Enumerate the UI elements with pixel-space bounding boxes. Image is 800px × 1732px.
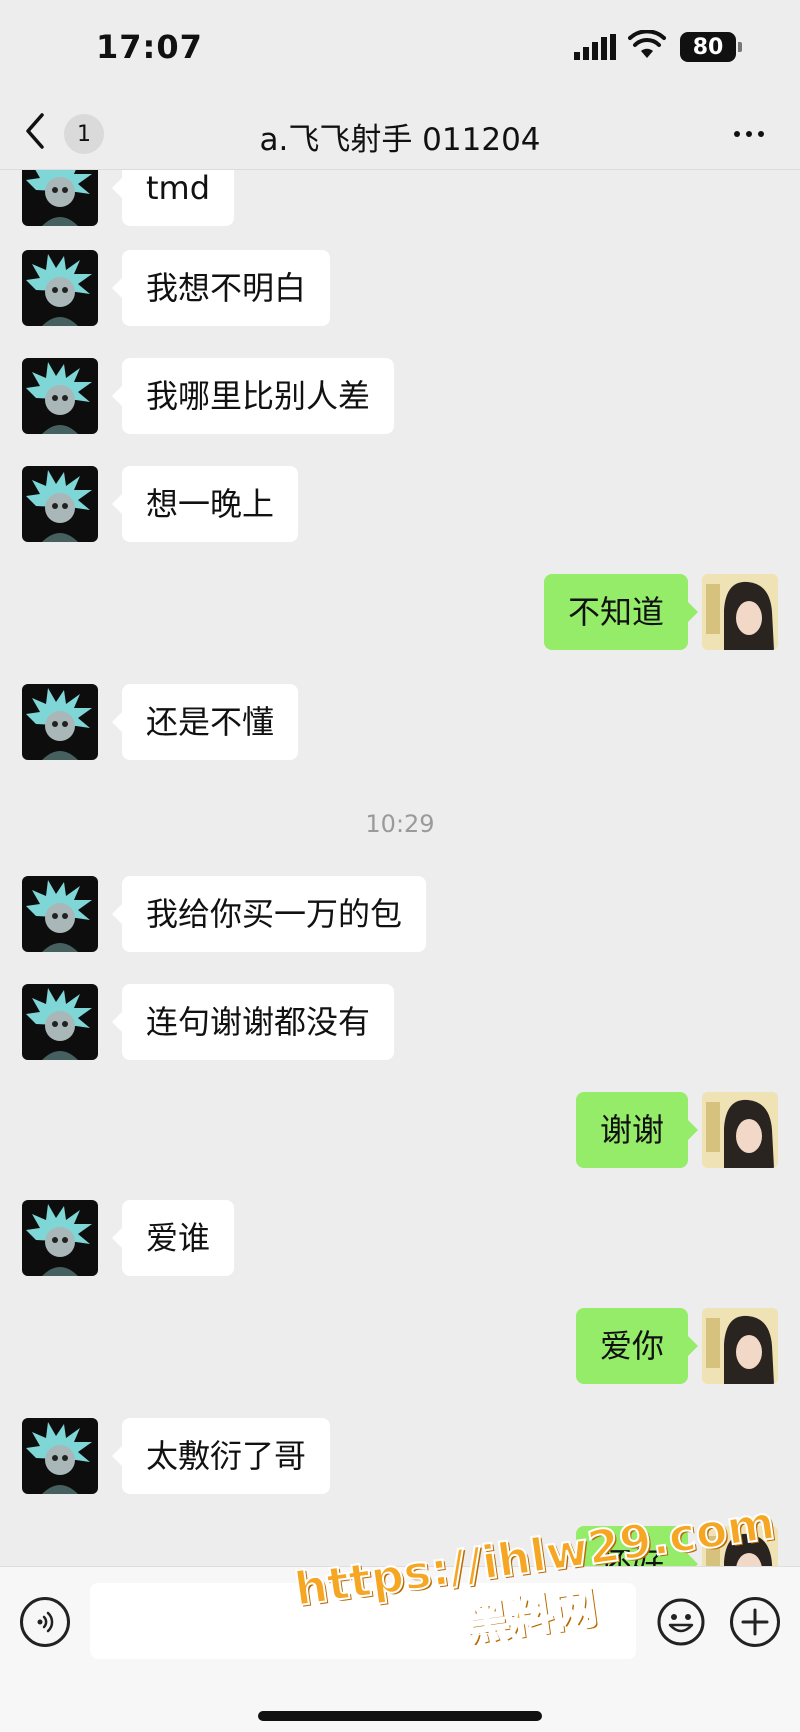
wifi-icon — [628, 29, 666, 64]
more-icon[interactable] — [724, 114, 774, 154]
contact-avatar[interactable] — [22, 684, 98, 760]
message-sent: 爱你 — [0, 1308, 800, 1384]
message-bubble[interactable]: 太敷衍了哥 — [111, 1418, 331, 1494]
message-received: 太敷衍了哥 — [0, 1418, 800, 1494]
home-indicator — [258, 1711, 542, 1721]
message-bubble[interactable]: 连句谢谢都没有 — [111, 984, 395, 1060]
message-received: 连句谢谢都没有 — [0, 984, 800, 1060]
user-avatar[interactable] — [702, 574, 778, 650]
message-sent: 谢谢 — [0, 1092, 800, 1168]
message-received: tmd — [0, 170, 800, 226]
user-avatar[interactable] — [702, 1308, 778, 1384]
message-bubble[interactable]: 还是不懂 — [111, 684, 299, 760]
contact-avatar[interactable] — [22, 1418, 98, 1494]
contact-avatar[interactable] — [22, 358, 98, 434]
time-divider: 10:29 — [365, 810, 435, 838]
emoji-icon[interactable] — [656, 1597, 706, 1647]
contact-avatar[interactable] — [22, 1200, 98, 1276]
message-received: 想一晚上 — [0, 466, 800, 542]
message-bubble[interactable]: 谢谢 — [575, 1092, 699, 1168]
input-bar — [0, 1566, 800, 1732]
message-bubble[interactable]: 不知道 — [543, 574, 699, 650]
user-avatar[interactable] — [702, 1092, 778, 1168]
message-sent: 还好 — [0, 1526, 800, 1566]
message-received: 爱谁 — [0, 1200, 800, 1276]
message-bubble[interactable]: 我想不明白 — [111, 250, 331, 326]
message-bubble[interactable]: 爱谁 — [111, 1200, 235, 1276]
message-bubble[interactable]: 还好 — [575, 1526, 699, 1566]
message-bubble[interactable]: 爱你 — [575, 1308, 699, 1384]
message-bubble[interactable]: 我给你买一万的包 — [111, 876, 427, 952]
message-received: 还是不懂 — [0, 684, 800, 760]
message-bubble[interactable]: tmd — [111, 170, 235, 226]
contact-avatar[interactable] — [22, 466, 98, 542]
contact-avatar[interactable] — [22, 250, 98, 326]
message-bubble[interactable]: 想一晚上 — [111, 466, 299, 542]
plus-icon[interactable] — [730, 1597, 780, 1647]
signal-icon — [574, 34, 618, 64]
status-bar: 17:07 80 — [0, 0, 800, 96]
chat-header: 1 a.飞飞射手 011204 — [0, 96, 800, 170]
message-received: 我想不明白 — [0, 250, 800, 326]
message-received: 我哪里比别人差 — [0, 358, 800, 434]
message-list: tmd 我想不明白 我哪里比别人差 想一晚上 不知道 还是不懂 10:29 我给… — [0, 170, 800, 1566]
contact-avatar[interactable] — [22, 876, 98, 952]
battery-icon: 80 — [680, 32, 742, 62]
voice-icon[interactable] — [20, 1597, 70, 1647]
contact-avatar[interactable] — [22, 170, 98, 226]
message-received: 我给你买一万的包 — [0, 876, 800, 952]
contact-avatar[interactable] — [22, 984, 98, 1060]
message-sent: 不知道 — [0, 574, 800, 650]
user-avatar[interactable] — [702, 1526, 778, 1566]
status-time: 17:07 — [96, 28, 203, 66]
message-input[interactable] — [90, 1583, 636, 1659]
message-bubble[interactable]: 我哪里比别人差 — [111, 358, 395, 434]
chat-title: a.飞飞射手 011204 — [259, 122, 541, 158]
